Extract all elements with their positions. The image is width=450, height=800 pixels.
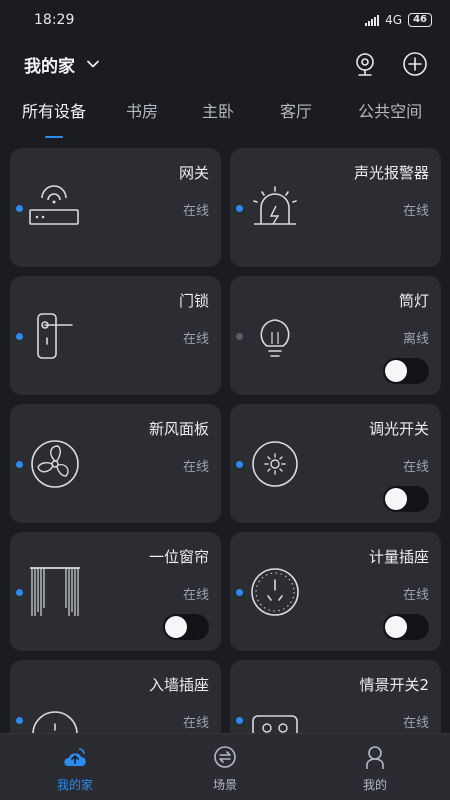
profile-icon (366, 746, 384, 769)
device-status: 离线 (402, 332, 429, 347)
toggle-knob (385, 360, 407, 382)
toggle-knob (385, 488, 407, 510)
alarm-light-icon (253, 186, 297, 225)
online-dot (16, 589, 23, 596)
power-toggle[interactable] (163, 614, 209, 640)
device-card-alarm[interactable]: 声光报警器 在线 (230, 148, 441, 267)
device-name: 情景开关2 (359, 676, 429, 694)
device-name: 调光开关 (368, 420, 429, 438)
online-dot (236, 589, 243, 596)
tab-all-devices[interactable]: 所有设备 (22, 98, 86, 138)
toggle-knob (385, 616, 407, 638)
device-name: 门锁 (178, 292, 209, 310)
device-name: 声光报警器 (353, 164, 429, 182)
nav-scenes[interactable]: 场景 (150, 734, 300, 800)
device-status: 在线 (182, 460, 209, 475)
status-indicators: 4G 46 (365, 13, 432, 27)
device-status: 在线 (402, 204, 429, 219)
home-title[interactable]: 我的家 (24, 52, 75, 77)
nav-label: 场景 (212, 778, 237, 792)
battery-icon: 46 (408, 13, 432, 27)
dimmer-icon (252, 441, 298, 487)
device-name: 计量插座 (368, 548, 429, 566)
device-card-fresh-air[interactable]: 新风面板 在线 (10, 404, 221, 523)
gateway-icon (29, 185, 79, 225)
tab-living-room[interactable]: 客厅 (280, 98, 312, 122)
offline-dot (236, 333, 243, 340)
device-card-gateway[interactable]: 网关 在线 (10, 148, 221, 267)
signal-icon (365, 14, 380, 26)
nav-label: 我的家 (56, 778, 93, 792)
active-tab-indicator (45, 136, 63, 138)
door-lock-icon (37, 313, 73, 359)
curtain-icon (30, 567, 80, 616)
device-name: 筒灯 (398, 292, 429, 310)
online-dot (16, 461, 23, 468)
power-toggle[interactable] (383, 358, 429, 384)
device-status: 在线 (182, 716, 209, 731)
nav-profile[interactable]: 我的 (300, 734, 450, 800)
online-dot (236, 205, 243, 212)
room-tabs: 所有设备 书房 主卧 客厅 公共空间 (0, 98, 450, 146)
device-status: 在线 (402, 460, 429, 475)
tab-public-space[interactable]: 公共空间 (358, 98, 422, 122)
toggle-knob (165, 616, 187, 638)
device-status: 在线 (182, 588, 209, 603)
online-dot (16, 717, 23, 724)
network-type: 4G (385, 13, 403, 27)
fan-icon (31, 440, 79, 488)
device-name: 网关 (178, 164, 209, 182)
device-status: 在线 (182, 332, 209, 347)
device-name: 入墙插座 (148, 676, 209, 694)
home-cloud-icon (64, 748, 86, 766)
device-status: 在线 (182, 204, 209, 219)
nav-label: 我的 (362, 778, 387, 792)
device-status: 在线 (402, 716, 429, 731)
device-card-downlight[interactable]: 筒灯 离线 (230, 276, 441, 395)
online-dot (16, 333, 23, 340)
online-dot (236, 717, 243, 724)
nav-my-home[interactable]: 我的家 (0, 734, 150, 800)
status-time: 18:29 (34, 12, 75, 28)
camera-icon[interactable] (352, 51, 378, 77)
device-name: 新风面板 (148, 420, 209, 438)
device-card-door-lock[interactable]: 门锁 在线 (10, 276, 221, 395)
online-dot (16, 205, 23, 212)
bulb-icon (260, 319, 290, 357)
online-dot (236, 461, 243, 468)
device-card-metering-socket[interactable]: 计量插座 在线 (230, 532, 441, 651)
device-status: 在线 (402, 588, 429, 603)
bottom-nav: 我的家 场景 我的 (0, 733, 450, 800)
device-card-dimmer[interactable]: 调光开关 在线 (230, 404, 441, 523)
header: 我的家 (0, 44, 450, 84)
scene-icon (214, 746, 236, 768)
add-icon[interactable] (402, 51, 428, 77)
power-toggle[interactable] (383, 486, 429, 512)
chevron-down-icon[interactable] (85, 56, 101, 72)
device-name: 一位窗帘 (148, 548, 209, 566)
metering-socket-icon (251, 568, 299, 616)
tab-study[interactable]: 书房 (126, 98, 158, 122)
power-toggle[interactable] (383, 614, 429, 640)
device-card-curtain[interactable]: 一位窗帘 在线 (10, 532, 221, 651)
tab-master-bedroom[interactable]: 主卧 (202, 98, 234, 122)
status-bar: 18:29 4G 46 (0, 0, 450, 40)
